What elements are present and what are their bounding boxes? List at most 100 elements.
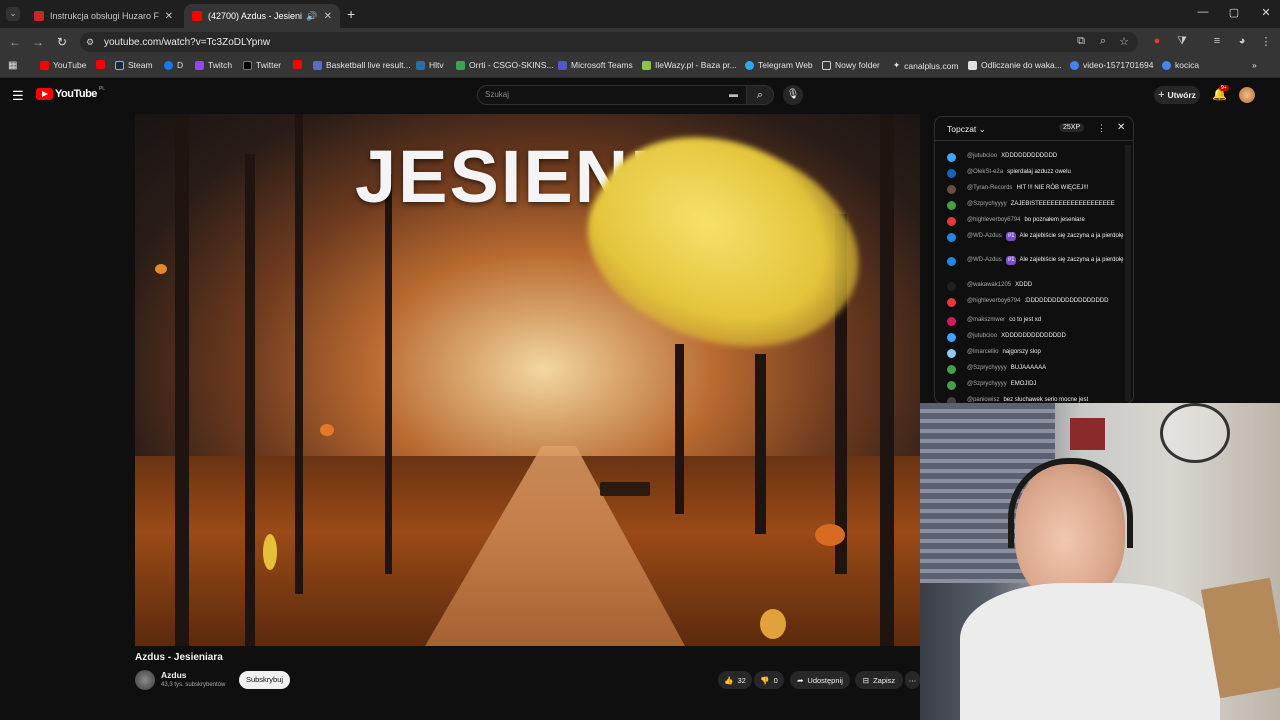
chat-avatar[interactable] — [947, 257, 956, 266]
chat-avatar[interactable] — [947, 365, 956, 374]
chat-avatar[interactable] — [947, 381, 956, 390]
menu-icon[interactable]: ☰ — [12, 88, 24, 104]
close-tab-icon[interactable]: ✕ — [324, 11, 332, 22]
chat-author[interactable]: @OlekSt-e2a — [967, 169, 1003, 175]
bookmark-twitter[interactable]: Twitter — [243, 60, 281, 70]
reload-icon[interactable]: ↻ — [55, 35, 69, 49]
chat-author[interactable]: @wakawak1205 — [967, 282, 1011, 288]
chat-text: XDDD — [1015, 282, 1033, 288]
close-chat-icon[interactable]: ✕ — [1117, 122, 1125, 133]
video-player[interactable]: JESIENIAR — [135, 114, 920, 646]
bookmark-basketball[interactable]: Basketball live result... — [313, 60, 411, 70]
chat-author[interactable]: @jutubcioo — [967, 153, 997, 159]
media-controls-icon[interactable]: ≡ — [1210, 35, 1224, 47]
bookmark-youtube-2[interactable] — [96, 60, 109, 69]
chat-author[interactable]: @WD-Azdus — [967, 233, 1002, 239]
chat-message-body: @OlekSt-e2a spierdalaj azduzz owelu — [967, 168, 1127, 177]
back-icon[interactable]: ← — [8, 35, 22, 49]
create-button[interactable]: + Utwórz — [1154, 86, 1200, 104]
maximize-button[interactable]: ▢ — [1224, 6, 1244, 19]
chat-author[interactable]: @Szprychyyyy — [967, 365, 1007, 371]
falling-leaf — [155, 264, 167, 274]
bookmark-video[interactable]: video-1571701694 — [1070, 60, 1153, 70]
bookmark-steam[interactable]: Steam — [115, 60, 153, 70]
url-text[interactable]: youtube.com/watch?v=Tc3ZoDLYpnw — [104, 37, 270, 48]
youtube-icon — [96, 60, 105, 69]
voice-search-button[interactable]: 🎙 — [783, 85, 803, 105]
chat-avatar[interactable] — [947, 153, 956, 162]
minimize-button[interactable]: — — [1193, 6, 1213, 18]
youtube-logo[interactable]: YouTube PL — [36, 86, 105, 100]
chat-avatar[interactable] — [947, 169, 956, 178]
chat-avatar[interactable] — [947, 349, 956, 358]
install-app-icon[interactable]: ⧉ — [1074, 35, 1088, 48]
save-button[interactable]: ⊟ Zapisz — [855, 671, 903, 689]
site-info-icon[interactable]: ⚙ — [86, 37, 94, 48]
chat-author[interactable]: @makszmwer — [967, 317, 1005, 323]
chat-avatar[interactable] — [947, 217, 956, 226]
tree-trunk — [295, 114, 303, 594]
chat-avatar[interactable] — [947, 317, 956, 326]
apps-grid-icon[interactable]: ▦ — [8, 60, 17, 71]
tab-instrukcja[interactable]: Instrukcja obsługi Huzaro Force ✕ — [26, 4, 181, 28]
chat-author[interactable]: @WD-Azdus — [967, 257, 1002, 263]
like-button[interactable]: 👍 32 — [718, 671, 752, 689]
bookmark-teams[interactable]: Microsoft Teams — [558, 60, 633, 70]
search-button[interactable]: ⌕ — [746, 85, 774, 105]
chat-menu-icon[interactable]: ⋮ — [1097, 123, 1106, 134]
chat-avatar[interactable] — [947, 333, 956, 342]
keyboard-icon[interactable]: ▬ — [729, 89, 738, 99]
speaker-icon[interactable]: 🔊 — [306, 11, 317, 22]
bookmark-orrti[interactable]: Orrti - CSGO-SKINS... — [456, 60, 554, 70]
chat-author[interactable]: @highleverboy6794 — [967, 298, 1020, 304]
channel-name[interactable]: Azdus — [161, 670, 187, 680]
bookmark-canalplus[interactable]: ✦ canalplus.com — [893, 60, 958, 71]
bookmark-youtube[interactable]: YouTube — [40, 60, 86, 70]
chat-avatar[interactable] — [947, 233, 956, 242]
bookmark-odliczanie[interactable]: Odliczanie do waka... — [968, 60, 1062, 70]
tab-youtube-video[interactable]: (42700) Azdus - Jesieniara 🔊 ✕ — [184, 4, 340, 28]
bookmark-star-icon[interactable]: ☆ — [1117, 35, 1131, 48]
share-button[interactable]: ➦ Udostępnij — [790, 671, 850, 689]
xp-badge[interactable]: 25XP — [1059, 123, 1085, 132]
chat-author[interactable]: @jutubcioo — [967, 333, 997, 339]
new-tab-button[interactable]: + — [347, 6, 355, 22]
chat-author[interactable]: @Szprychyyyy — [967, 201, 1007, 207]
forward-icon[interactable]: → — [31, 35, 45, 49]
chat-avatar[interactable] — [947, 298, 956, 307]
chat-author[interactable]: @Szprychyyyy — [967, 381, 1007, 387]
chat-avatar[interactable] — [947, 185, 956, 194]
bookmark-d[interactable]: D — [164, 60, 183, 70]
chat-mode-dropdown[interactable]: Topczat ⌄ — [947, 124, 986, 135]
bookmark-telegram[interactable]: Telegram Web — [745, 60, 813, 70]
chat-avatar[interactable] — [947, 282, 956, 291]
account-avatar[interactable] — [1239, 87, 1255, 103]
subscribe-button[interactable]: Subskrybuj — [239, 671, 290, 689]
bookmark-kocica[interactable]: kocica — [1162, 60, 1199, 70]
bookmark-ilewazy[interactable]: IleWazy.pl - Baza pr... — [642, 60, 737, 70]
bookmark-hltv[interactable]: Hltv — [416, 60, 444, 70]
more-actions-button[interactable]: ⋯ — [905, 671, 920, 689]
bookmark-folder[interactable]: Nowy folder — [822, 60, 880, 70]
dislike-button[interactable]: 👎 0 — [754, 671, 784, 689]
chat-author[interactable]: @highleverboy6794 — [967, 217, 1020, 223]
bookmark-twitch[interactable]: Twitch — [195, 60, 232, 70]
extension-red-icon[interactable]: ● — [1150, 35, 1164, 47]
extensions-icon[interactable]: ⧩ — [1175, 35, 1189, 48]
chat-scrollbar[interactable] — [1125, 145, 1131, 401]
zoom-icon[interactable]: ⌕ — [1096, 35, 1110, 48]
chat-author[interactable]: @lmarcellio — [967, 349, 998, 355]
chat-avatar[interactable] — [947, 201, 956, 210]
close-window-button[interactable]: ✕ — [1256, 6, 1276, 19]
more-bookmarks-icon[interactable]: » — [1252, 60, 1257, 70]
chat-text: XDDDDDDDDDDDDDD — [1001, 333, 1066, 339]
search-input[interactable] — [477, 85, 747, 105]
chat-author[interactable]: @Tyran-Records — [967, 185, 1012, 191]
tab-search-icon[interactable]: ⌄ — [6, 7, 20, 21]
channel-avatar[interactable] — [135, 670, 155, 690]
youtube-icon — [40, 60, 49, 70]
browser-menu-icon[interactable]: ⋮ — [1259, 35, 1273, 48]
close-tab-icon[interactable]: ✕ — [165, 11, 173, 22]
profile-icon[interactable]: ◕ — [1235, 35, 1249, 47]
bookmark-youtube-3[interactable] — [293, 60, 306, 69]
